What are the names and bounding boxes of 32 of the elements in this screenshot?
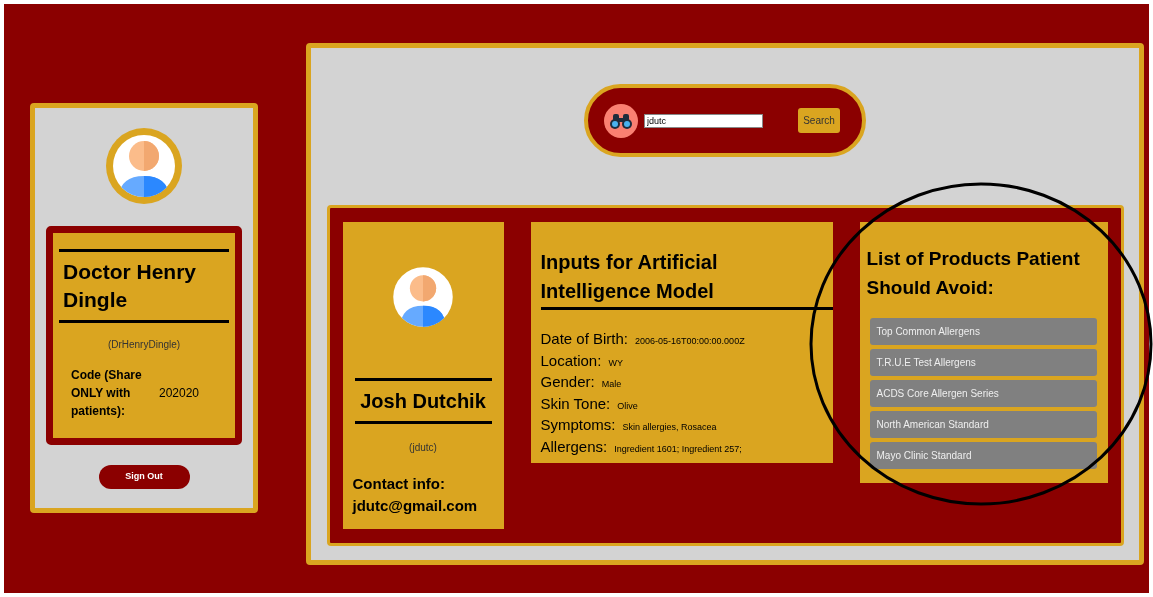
search-field[interactable]: jdutc [644,113,763,128]
field-label: Location: [540,350,602,371]
field-value: Ingredient 1601; Ingredient 257; [614,442,742,456]
sign-out-button[interactable]: Sign Out [98,465,190,489]
field-value: Olive [617,399,638,413]
field-value: WY [608,356,623,370]
field-label: Symptoms: [540,415,616,435]
doctor-name: Doctor Henry Dingle [63,259,198,313]
product-list-item[interactable]: T.R.U.E Test Allergens [869,349,1097,376]
binoculars-icon [604,103,638,138]
search-button[interactable]: Search [798,108,840,133]
doctor-username: (DrHenryDingle) [107,338,181,352]
patient-name: Josh Dutchik [360,389,486,414]
field-label: Skin Tone: [540,393,611,414]
field-label: Gender: [540,372,595,392]
field-label: Date of Birth: [540,329,629,349]
user-avatar-icon [104,126,184,206]
product-list-item[interactable]: Top Common Allergens [869,318,1097,345]
patient-email: jdutc@gmail.com [352,496,479,516]
contact-label: Contact info: [352,474,446,494]
field-value: Skin allergies, Rosacea [622,421,717,434]
code-label: Code (Share ONLY with patients): [71,367,143,420]
field-label: Allergens: [540,436,608,457]
field-value: Male [601,378,622,391]
product-list-item[interactable]: ACDS Core Allergen Series [869,380,1097,407]
product-list-item[interactable]: North American Standard [869,411,1097,438]
doctor-code: 202020 [159,385,200,402]
field-value: 2006-05-16T00:00:00.000Z [635,335,745,348]
products-title: List of Products Patient Should Avoid: [866,247,1081,300]
patient-username: (jdutc) [409,441,437,455]
product-list-item[interactable]: Mayo Clinic Standard [869,442,1097,469]
inputs-title: Inputs for Artificial Intelligence Model [540,248,833,310]
